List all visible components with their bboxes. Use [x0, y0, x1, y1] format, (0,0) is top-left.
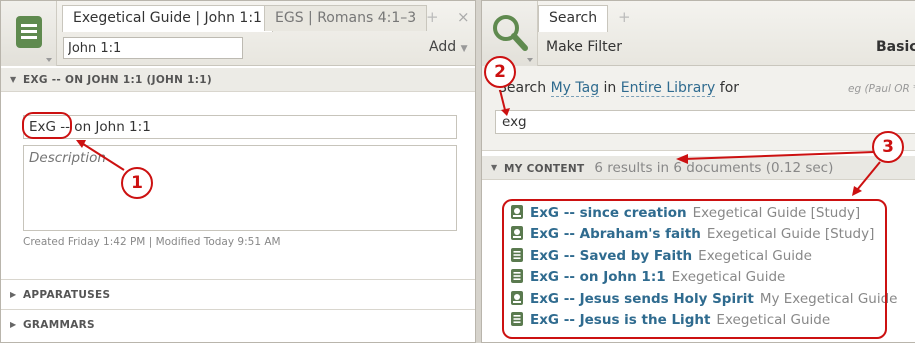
result-source: Exegetical Guide [Study]: [692, 205, 861, 221]
tab-egs-romans[interactable]: EGS | Romans 4:1–3: [264, 5, 428, 31]
result-row[interactable]: ExG -- Saved by Faith Exegetical Guide: [511, 246, 812, 267]
new-tab-button[interactable]: +: [618, 5, 631, 30]
section-title: EXG -- ON JOHN 1:1 (JOHN 1:1): [23, 74, 212, 86]
search-sentence: Search My Tag in Entire Library for: [498, 80, 740, 97]
search-bar-area: [482, 66, 915, 151]
new-tab-button[interactable]: +: [426, 5, 439, 30]
reference-input[interactable]: [63, 37, 243, 59]
section-header[interactable]: ▼ EXG -- ON JOHN 1:1 (JOHN 1:1): [1, 68, 475, 92]
result-row[interactable]: ExG -- Abraham's faith Exegetical Guide […: [511, 224, 874, 245]
tab-label: EGS | Romans 4:1–3: [275, 10, 417, 26]
expand-triangle-icon: ▶: [10, 290, 17, 299]
panel-menu-button[interactable]: [1, 1, 57, 66]
results-section-header[interactable]: ▼ MY CONTENT 6 results in 6 documents (0…: [482, 156, 915, 180]
section-apparatuses[interactable]: ▶ APPARATUSES: [1, 283, 475, 307]
result-title-link[interactable]: ExG -- Saved by Faith: [530, 248, 692, 264]
library-dropdown[interactable]: Entire Library: [620, 80, 716, 97]
result-title-link[interactable]: ExG -- Jesus is the Light: [530, 312, 710, 328]
search-header: Search + Make Filter Basic: [482, 1, 915, 66]
collapse-triangle-icon: ▼: [491, 163, 498, 172]
exegetical-guide-panel: Exegetical Guide | John 1:1 EGS | Romans…: [0, 0, 476, 343]
results-summary: 6 results in 6 documents (0.12 sec): [594, 160, 834, 176]
basic-tab[interactable]: Basic: [876, 39, 915, 55]
make-filter-button[interactable]: Make Filter: [546, 39, 622, 55]
tab-search[interactable]: Search: [538, 5, 609, 32]
search-input[interactable]: [495, 110, 915, 134]
result-title-link[interactable]: ExG -- Jesus sends Holy Spirit: [530, 291, 754, 307]
study-guide-icon: [511, 205, 523, 219]
result-row[interactable]: ExG -- Jesus is the Light Exegetical Guid…: [511, 310, 830, 331]
chevron-down-icon: ▼: [460, 44, 468, 54]
result-row[interactable]: ExG -- Jesus sends Holy Spirit My Exegeti…: [511, 289, 897, 310]
result-title-link[interactable]: ExG -- on John 1:1: [530, 269, 666, 285]
expand-triangle-icon: ▶: [10, 320, 17, 329]
divider: [1, 279, 475, 280]
title-input[interactable]: [23, 115, 457, 139]
created-modified-text: Created Friday 1:42 PM | Modified Today …: [23, 236, 281, 248]
guide-icon: [511, 247, 523, 262]
result-row[interactable]: ExG -- on John 1:1 Exegetical Guide: [511, 267, 785, 288]
close-panel-button[interactable]: ×: [457, 5, 470, 30]
result-source: Exegetical Guide: [671, 269, 786, 286]
search-menu-button[interactable]: [482, 1, 538, 66]
results-section-title: MY CONTENT: [504, 163, 585, 175]
collapse-triangle-icon: ▼: [10, 75, 17, 84]
guide-menu-icon: [16, 16, 52, 62]
callout-badge: 2: [484, 56, 516, 88]
add-label: Add: [429, 39, 457, 55]
in-label: in: [603, 80, 617, 96]
description-field[interactable]: [23, 145, 457, 231]
divider: [1, 309, 475, 310]
result-title-link[interactable]: ExG -- Abraham's faith: [530, 226, 701, 242]
result-source: Exegetical Guide: [698, 247, 812, 264]
result-source: My Exegetical Guide: [759, 290, 898, 307]
callout-badge: 1: [121, 167, 153, 199]
guide-icon: [511, 312, 523, 326]
scope-dropdown[interactable]: My Tag: [550, 80, 600, 97]
study-guide-icon: [511, 226, 523, 241]
search-hint: eg (Paul OR *: [848, 83, 915, 95]
tab-label: Search: [549, 10, 598, 26]
guide-icon: [511, 269, 523, 284]
study-guide-icon: [511, 290, 523, 305]
callout-badge: 3: [872, 131, 904, 163]
tab-exegetical-guide[interactable]: Exegetical Guide | John 1:1: [62, 5, 273, 32]
section-label: APPARATUSES: [23, 289, 111, 301]
for-label: for: [719, 80, 740, 96]
result-title-link[interactable]: ExG -- since creation: [530, 205, 687, 221]
result-source: Exegetical Guide: [716, 312, 831, 328]
section-grammars[interactable]: ▶ GRAMMARS: [1, 313, 475, 337]
add-button[interactable]: Add ▼: [429, 39, 467, 55]
magnifier-icon: [493, 15, 533, 62]
guide-header: Exegetical Guide | John 1:1 EGS | Romans…: [1, 1, 475, 66]
tab-label: Exegetical Guide | John 1:1: [73, 10, 262, 26]
result-source: Exegetical Guide [Study]: [706, 226, 875, 243]
result-row[interactable]: ExG -- since creation Exegetical Guide [S…: [511, 203, 860, 224]
section-label: GRAMMARS: [23, 319, 95, 331]
